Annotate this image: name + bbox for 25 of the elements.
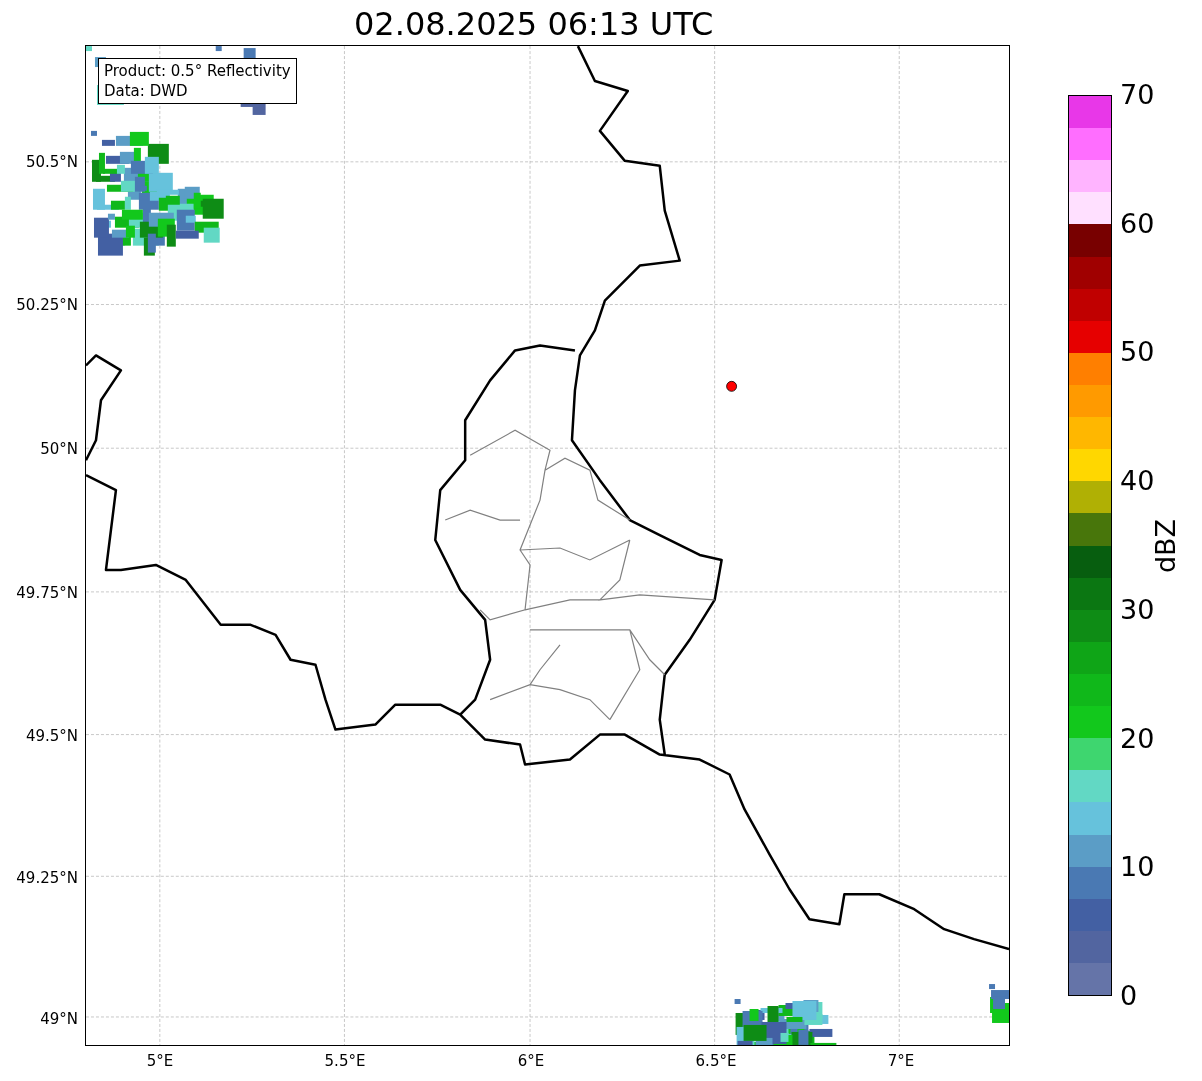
axis-tick-label: 49.25°N bbox=[16, 869, 78, 887]
colorbar-label: dBZ bbox=[1151, 518, 1181, 573]
axis-tick-label: 50.5°N bbox=[25, 153, 78, 171]
chart-title: 02.08.2025 06:13 UTC bbox=[354, 5, 714, 45]
colorbar-tick-label: 20 bbox=[1120, 723, 1155, 754]
colorbar-tick-label: 70 bbox=[1120, 80, 1155, 110]
axis-tick-label: 49.5°N bbox=[25, 727, 78, 745]
axis-tick-label: 50.25°N bbox=[16, 296, 78, 314]
axis-tick-label: 5.5°E bbox=[324, 1052, 366, 1070]
axis-tick-label: 49°N bbox=[40, 1010, 78, 1028]
axis-tick-label: 5°E bbox=[146, 1052, 174, 1070]
colorbar-tick-label: 60 bbox=[1120, 208, 1155, 239]
axis-tick-label: 6°E bbox=[517, 1052, 545, 1070]
axis-tick-label: 7°E bbox=[887, 1052, 915, 1070]
legend-text: Product: 0.5° Reflectivity bbox=[104, 61, 291, 81]
colorbar-tick-label: 30 bbox=[1120, 594, 1155, 625]
colorbar-tick-label: 40 bbox=[1120, 466, 1155, 497]
colorbar-tick-label: 10 bbox=[1120, 852, 1155, 883]
colorbar-tick-label: 50 bbox=[1120, 337, 1155, 368]
axis-tick-label: 6.5°E bbox=[695, 1052, 737, 1070]
radar-site-marker bbox=[726, 380, 737, 392]
axis-tick-label: 50°N bbox=[40, 440, 78, 458]
axis-tick-label: 49.75°N bbox=[16, 584, 78, 602]
colorbar-tick-label: 0 bbox=[1120, 981, 1138, 1011]
legend-text: Data: DWD bbox=[104, 81, 189, 101]
